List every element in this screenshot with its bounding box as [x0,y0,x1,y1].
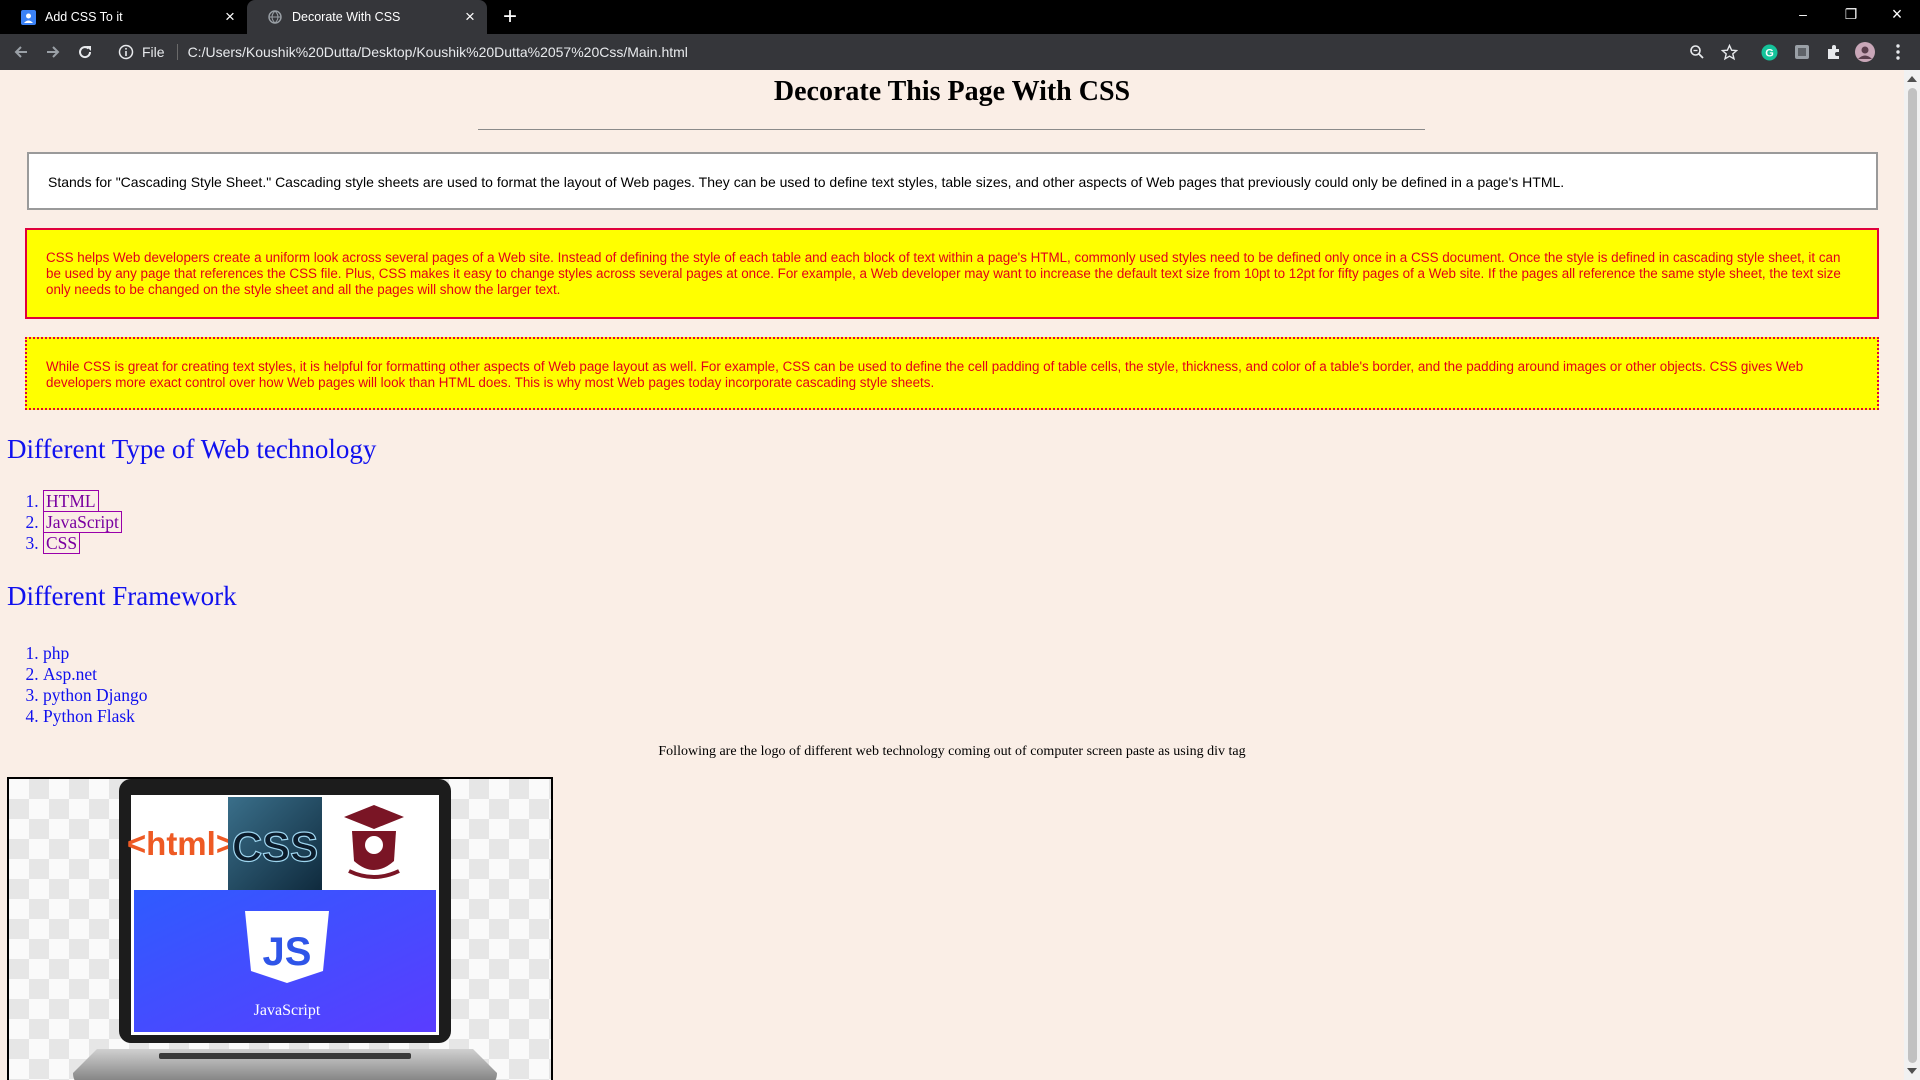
close-tab-icon[interactable]: × [461,8,479,26]
minimize-icon[interactable]: – [1780,0,1826,30]
puzzle-extensions-icon[interactable] [1822,40,1846,64]
tab-title: Decorate With CSS [292,10,401,24]
contact-icon [20,9,36,25]
new-tab-button[interactable]: + [497,4,523,30]
tab-strip: Add CSS To it × Decorate With CSS × + – … [0,0,1920,34]
page-scrollbar[interactable] [1904,70,1920,1080]
close-tab-icon[interactable]: × [221,8,239,26]
browser-toolbar: File C:/Users/Koushik%20Dutta/Desktop/Ko… [0,34,1920,70]
crest-logo-icon [322,797,436,890]
scroll-down-icon[interactable] [1907,1068,1917,1074]
js-logo-label: JavaScript [254,1002,321,1019]
tab-title: Add CSS To it [45,10,123,24]
technology-javascript: JavaScript [43,511,122,533]
html-logo-icon: <html> [127,797,235,890]
close-window-icon[interactable]: × [1874,0,1920,30]
url-text[interactable]: C:/Users/Koushik%20Dutta/Desktop/Koushik… [188,44,688,60]
list-item: JavaScript [43,511,122,533]
section-heading-web-technology: Different Type of Web technology [7,434,377,464]
javascript-logo-icon: JS JavaScript [134,890,436,1032]
laptop-logos-image: <html> CSS JS JavaScript [7,777,553,1080]
html-logo-text: <html> [127,825,235,862]
list-item: python Django [43,685,148,706]
technology-css: CSS [43,532,81,554]
js-logo-text: JS [263,930,312,974]
css-formatting-box: While CSS is great for creating text sty… [25,337,1879,410]
grammarly-extension-icon[interactable]: G [1757,40,1781,64]
horizontal-rule [478,129,1425,130]
avatar[interactable] [1853,40,1877,64]
tab-decorate-css[interactable]: Decorate With CSS × [247,0,487,34]
divider [176,44,178,60]
url-scheme-label: File [142,44,165,60]
list-item: Asp.net [43,664,148,685]
list-item: php [43,643,148,664]
scroll-up-icon[interactable] [1907,76,1917,82]
menu-kebab-icon[interactable] [1886,40,1910,64]
list-item: CSS [43,532,122,554]
css-definition-box: Stands for "Cascading Style Sheet." Casc… [27,152,1878,210]
address-bar[interactable]: File C:/Users/Koushik%20Dutta/Desktop/Ko… [110,38,1730,66]
logo-caption: Following are the logo of different web … [658,744,1246,759]
list-item: Python Flask [43,706,148,727]
bookmark-star-icon[interactable] [1717,40,1741,64]
zoom-icon[interactable] [1685,40,1709,64]
forward-icon[interactable] [41,40,65,64]
css-benefits-box: CSS helps Web developers create a unifor… [25,228,1879,319]
tab-add-css[interactable]: Add CSS To it × [0,0,247,34]
list-item: HTML [43,490,122,512]
css-logo-text: CSS [232,823,318,870]
info-icon[interactable] [118,44,134,63]
scrollbar-thumb[interactable] [1908,88,1917,1063]
svg-text:G: G [1765,47,1774,59]
technology-list: HTML JavaScript CSS [0,490,122,554]
reload-icon[interactable] [73,40,97,64]
back-icon[interactable] [9,40,33,64]
restore-icon[interactable]: ❐ [1828,0,1874,30]
framework-list: php Asp.net python Django Python Flask [0,643,148,727]
technology-html: HTML [43,490,99,512]
css-logo-icon: CSS [228,797,322,890]
page-content: Decorate This Page With CSS Stands for "… [0,70,1904,1080]
section-heading-framework: Different Framework [7,581,237,611]
extension-icon[interactable] [1790,40,1814,64]
page-title: Decorate This Page With CSS [773,76,1131,107]
globe-icon [267,9,283,25]
